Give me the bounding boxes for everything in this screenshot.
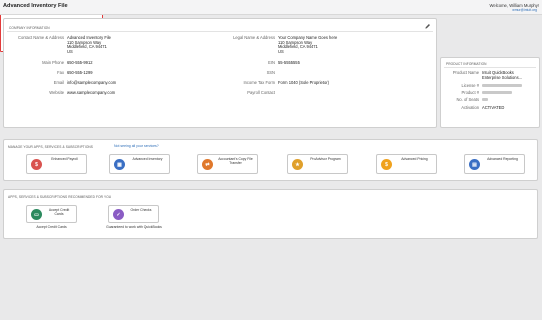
credit-card-icon: ▭	[31, 209, 42, 220]
website-value: www.samplecompany.com	[67, 90, 116, 95]
tile-accountants-copy[interactable]: ⇄ Accountant's Copy File Transfer	[197, 154, 258, 174]
tile-label: Order Checks	[130, 208, 152, 212]
recommended-title: APPS, SERVICES & SUBSCRIPTIONS RECOMMEND…	[8, 195, 112, 199]
payroll-contact-label: Payroll Contact	[247, 90, 275, 95]
product-number-label: Product #	[461, 90, 479, 95]
tile-enhanced-payroll[interactable]: $ Enhanced Payroll	[26, 154, 87, 174]
website-label: Website	[49, 90, 64, 95]
product-name-label: Product Name	[452, 70, 479, 75]
redacted-seats-value	[482, 98, 488, 102]
pencil-edit-icon[interactable]	[424, 23, 431, 30]
tile-advanced-pricing[interactable]: $ Advanced Pricing	[376, 154, 437, 174]
main-phone-value: 650-555-9912	[67, 60, 93, 65]
product-info-panel: PRODUCT INFORMATION Product Name Intuit …	[440, 57, 540, 128]
fax-value: 650-555-1299	[67, 70, 93, 75]
tile-caption: Guaranteed to work with QuickBooks	[106, 225, 162, 229]
legal-address-label: Legal Name & Address	[233, 35, 275, 40]
activation-value: ACTIVATED	[482, 105, 505, 110]
redacted-license-value	[482, 84, 522, 88]
activation-label: Activation	[461, 105, 479, 110]
product-info-title: PRODUCT INFORMATION	[446, 62, 487, 66]
manage-apps-panel: MANAGE YOUR APPS, SERVICES & SUBSCRIPTIO…	[3, 139, 538, 181]
tile-accept-credit-cards[interactable]: ▭ Accept Credit Cards	[26, 205, 77, 223]
main-phone-label: Main Phone	[42, 60, 64, 65]
account-email[interactable]: wmur@intuit.org	[512, 8, 537, 12]
license-label: License #	[461, 83, 479, 88]
tile-order-checks[interactable]: ✓ Order Checks	[108, 205, 159, 223]
company-info-panel: COMPANY INFORMATION Contact Name & Addre…	[3, 18, 437, 128]
tile-label: Accountant's Copy File Transfer	[218, 157, 253, 165]
email-label: Email	[53, 80, 64, 85]
file-transfer-icon: ⇄	[202, 159, 213, 170]
legal-address-value: Your Company Name Goes here 110 Sampson …	[278, 35, 338, 54]
checks-icon: ✓	[113, 209, 124, 220]
contact-address-label: Contact Name & Address	[18, 35, 64, 40]
tile-label: Advanced Pricing	[401, 157, 428, 161]
ein-label: EIN	[268, 60, 275, 65]
ssn-label: SSN	[266, 70, 275, 75]
pricing-icon: $	[381, 159, 392, 170]
section-divider	[444, 67, 536, 68]
tile-label: ProAdvisor Program	[310, 157, 341, 161]
tax-form-value: Form 1040 (Sole Proprietor)	[278, 80, 329, 85]
tile-label: Enhanced Payroll	[51, 157, 78, 161]
ein-value: 55-5555555	[278, 60, 300, 65]
email-value: info@samplecompany.com	[67, 80, 117, 85]
company-info-title: COMPANY INFORMATION	[9, 26, 50, 30]
tile-proadvisor[interactable]: ★ ProAdvisor Program	[287, 154, 348, 174]
section-divider	[7, 31, 433, 32]
seats-label: No. of Seats	[456, 97, 479, 102]
recommended-panel: APPS, SERVICES & SUBSCRIPTIONS RECOMMEND…	[3, 189, 538, 239]
tile-label: Accept Credit Cards	[48, 208, 70, 216]
redacted-product-value	[482, 91, 512, 95]
tile-label: Advanced Reporting	[487, 157, 518, 161]
contact-address-value: Advanced Inventory File 110 Sampson Way …	[67, 35, 111, 54]
reporting-icon: ▤	[469, 159, 480, 170]
tile-label: Advanced Inventory	[132, 157, 163, 161]
product-name-value: Intuit QuickBooks Enterprise Solutions..…	[482, 70, 523, 80]
manage-apps-title: MANAGE YOUR APPS, SERVICES & SUBSCRIPTIO…	[8, 145, 94, 149]
not-seeing-services-link[interactable]: Not seeing all your services?	[114, 144, 159, 148]
top-bar: Advanced Inventory File	[0, 0, 542, 15]
page-title: Advanced Inventory File	[3, 3, 68, 9]
inventory-icon: ▦	[114, 159, 125, 170]
tile-caption: Accept Credit Cards	[36, 225, 67, 229]
tile-advanced-reporting[interactable]: ▤ Advanced Reporting	[464, 154, 525, 174]
payroll-icon: $	[31, 159, 42, 170]
fax-label: Fax	[57, 70, 64, 75]
tile-advanced-inventory[interactable]: ▦ Advanced Inventory	[109, 154, 170, 174]
proadvisor-icon: ★	[292, 159, 303, 170]
tax-form-label: Income Tax Form	[243, 80, 275, 85]
